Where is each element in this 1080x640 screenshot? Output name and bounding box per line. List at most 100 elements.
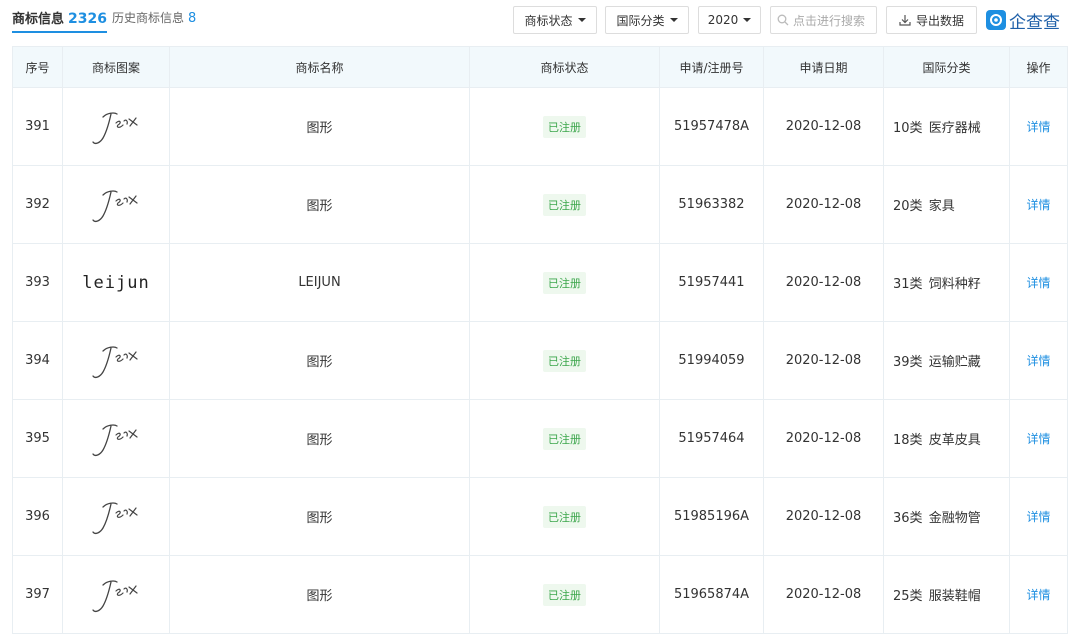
class-number: 20类 [893,199,923,214]
class-name: 金融物管 [928,511,981,526]
status-badge: 已注册 [543,349,586,372]
cell-image [62,87,170,166]
class-name: 运输贮藏 [928,355,981,370]
column-header-image: 商标图案 [62,46,170,88]
class-name: 医疗器械 [928,121,981,136]
status-badge: 已注册 [543,505,586,528]
signature-logo-image [92,579,138,612]
tab-history-trademark-info[interactable]: 历史商标信息 8 [112,9,196,26]
cell-reg-no: 51963382 [659,165,764,244]
cell-action: 详情 [1009,243,1068,322]
logo-text: 企查查 [1009,12,1060,33]
cell-status: 已注册 [469,477,660,556]
cell-date: 2020-12-08 [763,87,884,166]
details-link[interactable]: 详情 [1026,510,1050,524]
table-row: 393 leijun LEIJUN 已注册 51957441 2020-12-08 31类 … [12,243,1068,322]
cell-status: 已注册 [469,243,660,322]
cell-index: 395 [12,399,63,478]
cell-class: 18类 皮革皮具 [883,399,1010,478]
status-filter-dropdown[interactable]: 商标状态 [513,6,597,34]
caret-down-icon [743,18,752,22]
cell-action: 详情 [1009,477,1068,556]
cell-class: 31类 饲料种籽 [883,243,1010,322]
cell-reg-no: 51994059 [659,321,764,400]
cell-image [62,321,170,400]
dropdown-label: 2020 [707,13,739,27]
search-placeholder: 点击进行搜索 [793,13,866,28]
table-row: 391 图形 已注册 51957478A 2020-12-08 10类 医疗器械 详情 [12,87,1068,166]
cell-name: 图形 [169,555,470,634]
table-row: 395 图形 已注册 51957464 2020-12-08 18类 皮革皮具 详情 [12,399,1068,478]
cell-status: 已注册 [469,399,660,478]
table-row: 396 图形 已注册 51985196A 2020-12-08 36类 金融物管 详情 [12,477,1068,556]
class-number: 39类 [893,355,923,370]
dropdown-label: 商标状态 [524,13,573,28]
cell-name: 图形 [169,321,470,400]
table-header-row: 序号 商标图案 商标名称 商标状态 申请/注册号 申请日期 国际分类 操作 [12,46,1068,88]
tab-count: 2326 [68,11,107,27]
cell-status: 已注册 [469,555,660,634]
class-number: 36类 [893,511,923,526]
cell-class: 39类 运输贮藏 [883,321,1010,400]
tab-label: 商标信息 [12,12,65,27]
cell-date: 2020-12-08 [763,477,884,556]
column-header-date: 申请日期 [763,46,884,88]
trademark-table: 序号 商标图案 商标名称 商标状态 申请/注册号 申请日期 国际分类 操作 39… [12,46,1068,634]
cell-action: 详情 [1009,87,1068,166]
details-link[interactable]: 详情 [1026,198,1050,212]
details-link[interactable]: 详情 [1026,354,1050,368]
export-label: 导出数据 [915,13,964,28]
class-name: 服装鞋帽 [928,589,981,604]
cell-action: 详情 [1009,399,1068,478]
signature-logo-image [92,111,138,144]
cell-date: 2020-12-08 [763,555,884,634]
search-icon [777,14,789,26]
table-row: 394 图形 已注册 51994059 2020-12-08 39类 运输贮藏 详情 [12,321,1068,400]
tab-count: 8 [188,11,197,26]
brand-logo: 企查查 [986,7,1060,33]
status-badge: 已注册 [543,583,586,606]
cell-image [62,555,170,634]
search-input[interactable]: 点击进行搜索 [770,6,877,34]
cell-action: 详情 [1009,165,1068,244]
status-badge: 已注册 [543,271,586,294]
signature-logo-image [92,501,138,534]
tab-trademark-info[interactable]: 商标信息 2326 [12,8,107,33]
cell-status: 已注册 [469,87,660,166]
cell-reg-no: 51957464 [659,399,764,478]
column-header-index: 序号 [12,46,63,88]
cell-name: LEIJUN [169,243,470,322]
class-name: 皮革皮具 [928,433,981,448]
cell-date: 2020-12-08 [763,399,884,478]
export-button[interactable]: 导出数据 [886,6,977,34]
details-link[interactable]: 详情 [1026,588,1050,602]
active-tab-underline [12,31,107,33]
cell-index: 393 [12,243,63,322]
wordmark-logo-image: leijun [82,272,150,293]
details-link[interactable]: 详情 [1026,276,1050,290]
cell-index: 396 [12,477,63,556]
details-link[interactable]: 详情 [1026,432,1050,446]
column-header-action: 操作 [1009,46,1068,88]
cell-index: 394 [12,321,63,400]
cell-index: 391 [12,87,63,166]
cell-reg-no: 51965874A [659,555,764,634]
column-header-reg-no: 申请/注册号 [659,46,764,88]
details-link[interactable]: 详情 [1026,120,1050,134]
year-filter-dropdown[interactable]: 2020 [698,6,761,34]
column-header-class: 国际分类 [883,46,1010,88]
cell-reg-no: 51957478A [659,87,764,166]
class-name: 家具 [928,199,955,214]
status-badge: 已注册 [543,427,586,450]
cell-image [62,165,170,244]
caret-down-icon [669,18,678,22]
toolbar: 商标信息 2326 历史商标信息 8 商标状态 国际分类 2020 点击进行搜索 导… [0,0,1080,46]
cell-image [62,399,170,478]
cell-status: 已注册 [469,321,660,400]
cell-name: 图形 [169,399,470,478]
cell-image [62,477,170,556]
class-filter-dropdown[interactable]: 国际分类 [605,6,689,34]
class-number: 25类 [893,589,923,604]
table-row: 397 图形 已注册 51965874A 2020-12-08 25类 服装鞋帽 详情 [12,555,1068,634]
class-number: 18类 [893,433,923,448]
